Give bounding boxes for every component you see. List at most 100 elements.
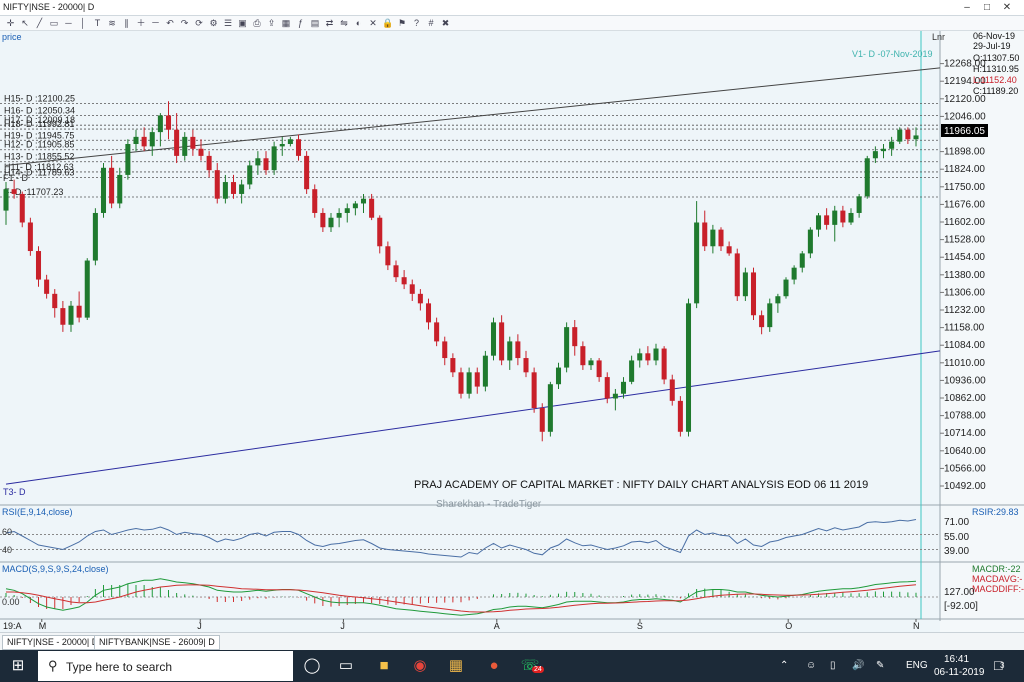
price-tick-label: 11824.00 — [944, 164, 985, 175]
candle-body — [401, 277, 407, 285]
sync-icon[interactable]: ⇄ — [324, 18, 335, 29]
candle-body — [174, 129, 180, 156]
rsi-tick-55: 55.00 — [944, 532, 969, 543]
redo-icon[interactable]: ↷ — [179, 18, 190, 29]
search-placeholder: Type here to search — [66, 660, 173, 674]
battery-icon[interactable]: ▯ — [830, 660, 836, 671]
window-titlebar: NIFTY|NSE - 20000| D – □ ✕ — [0, 0, 1024, 16]
candle-body — [141, 136, 147, 147]
info-open: O:11307.50 — [973, 53, 1019, 63]
layout-icon[interactable]: ▦ — [281, 18, 292, 29]
language-indicator[interactable]: ENG — [906, 660, 928, 671]
save-icon[interactable]: ▣ — [237, 18, 248, 29]
chart-svg[interactable]: H15- D :12100.25H16- D :12050.34H17- D :… — [0, 31, 1024, 632]
candle-body — [523, 358, 529, 373]
macd-panel-label: MACD(S,9,S,9,S,24,close) — [2, 564, 109, 574]
delete-icon[interactable]: ✕ — [368, 18, 379, 29]
chrome-icon[interactable]: ◉ — [408, 654, 432, 678]
chart-area: H15- D :12100.25 H16- D :12050.34 H17- D :… — [0, 31, 1024, 632]
task-view-icon[interactable]: ▭ — [334, 654, 358, 678]
candle-body — [190, 136, 196, 149]
candle-body — [539, 408, 545, 432]
info-high: H:11310.95 — [973, 64, 1019, 74]
fibonacci-icon[interactable]: ≋ — [107, 18, 118, 29]
taskbar-search-box[interactable]: ⚲ Type here to search — [38, 651, 293, 681]
price-tick-label: 11528.00 — [944, 235, 985, 246]
macd-avg-readout: MACDAVG:- — [972, 574, 1022, 584]
channel-icon[interactable]: ∥ — [121, 18, 132, 29]
macd-zero-label: 0.00 — [2, 597, 20, 607]
level-label: H12- D :11905.85 — [4, 140, 74, 150]
text-tool-icon[interactable]: T — [92, 18, 103, 29]
candle-body — [377, 217, 383, 247]
price-tick-label: 11010.00 — [944, 358, 985, 369]
help-icon[interactable]: ? — [411, 18, 422, 29]
tradetiger-icon[interactable]: ● — [482, 654, 506, 678]
indicator-icon[interactable]: ƒ — [295, 18, 306, 29]
compare-icon[interactable]: ⇋ — [339, 18, 350, 29]
candle-body — [344, 208, 350, 213]
price-panel-label: price — [2, 32, 22, 42]
properties-icon[interactable]: ☰ — [223, 18, 234, 29]
settings-icon[interactable]: ⚙ — [208, 18, 219, 29]
print-icon[interactable]: ⎙ — [252, 18, 263, 29]
candle-body — [490, 322, 497, 356]
time-axis-label: A — [494, 621, 500, 631]
folder-icon[interactable]: ▦ — [444, 654, 468, 678]
close-icon[interactable]: ✕ — [1000, 1, 1014, 14]
lock-icon[interactable]: 🔒 — [382, 18, 393, 29]
clock-date[interactable]: 06-11-2019 — [934, 667, 984, 678]
grid-icon[interactable]: # — [426, 18, 437, 29]
volume-icon[interactable]: 🔊 — [852, 660, 864, 671]
candle-body — [84, 260, 90, 318]
scale-mode-label[interactable]: Lnr — [932, 32, 945, 42]
candle-body — [417, 293, 423, 304]
tray-chevron-icon[interactable]: ⌃ — [780, 660, 788, 671]
candle-body — [669, 379, 675, 401]
candle-body — [352, 203, 358, 209]
candle-body — [620, 381, 627, 394]
vertical-line-icon[interactable]: │ — [78, 18, 89, 29]
candle-body — [279, 144, 285, 147]
crosshair-icon[interactable]: ✛ — [5, 18, 16, 29]
info-date-1: 06-Nov-19 — [973, 31, 1015, 41]
candle-body — [872, 151, 878, 159]
rectangle-tool-icon[interactable]: ▭ — [49, 18, 60, 29]
level-label: H16- D :12050.34 — [4, 105, 75, 115]
restore-icon[interactable]: □ — [980, 1, 994, 14]
price-tick-label: 12046.00 — [944, 111, 986, 122]
template-icon[interactable]: ▤ — [310, 18, 321, 29]
candle-body — [815, 215, 822, 230]
cortana-icon[interactable]: ◯ — [300, 654, 324, 678]
candle-body — [450, 358, 456, 373]
tab-nifty[interactable]: NIFTY|NSE - 20000| D — [2, 635, 104, 650]
vertical-marker-label: V1- D -07-Nov-2019 — [852, 49, 933, 59]
candle-body — [409, 284, 415, 294]
clock-time[interactable]: 16:41 — [944, 654, 969, 665]
candle-body — [230, 182, 237, 194]
close-tool-icon[interactable]: ✖ — [440, 18, 451, 29]
candle-body — [466, 372, 472, 394]
export-icon[interactable]: ⇪ — [266, 18, 277, 29]
zoom-in-icon[interactable]: ＋ — [136, 18, 147, 29]
windows-start-icon[interactable]: ⊞ — [6, 654, 30, 678]
undo-icon[interactable]: ↶ — [165, 18, 176, 29]
candle-body — [19, 193, 25, 223]
minimize-icon[interactable]: – — [960, 1, 974, 14]
refresh-icon[interactable]: ⟳ — [194, 18, 205, 29]
pen-icon[interactable]: ✎ — [876, 660, 884, 671]
people-icon[interactable]: ☺ — [806, 660, 816, 671]
candle-body — [547, 384, 553, 432]
alert-icon[interactable]: ⚑ — [397, 18, 408, 29]
candle-body — [734, 253, 740, 297]
tab-niftybank[interactable]: NIFTYBANK|NSE - 26009| D — [94, 635, 220, 650]
candle-body — [913, 135, 919, 140]
candle-body — [239, 184, 245, 194]
arrow-icon[interactable]: ↖ — [20, 18, 31, 29]
line-tool-icon[interactable]: ╱ — [34, 18, 45, 29]
horizontal-line-icon[interactable]: ─ — [63, 18, 74, 29]
candle-body — [531, 372, 537, 408]
file-explorer-icon[interactable]: ■ — [372, 654, 396, 678]
zoom-out-icon[interactable]: － — [150, 18, 161, 29]
color-icon[interactable]: ◐ — [353, 18, 364, 29]
